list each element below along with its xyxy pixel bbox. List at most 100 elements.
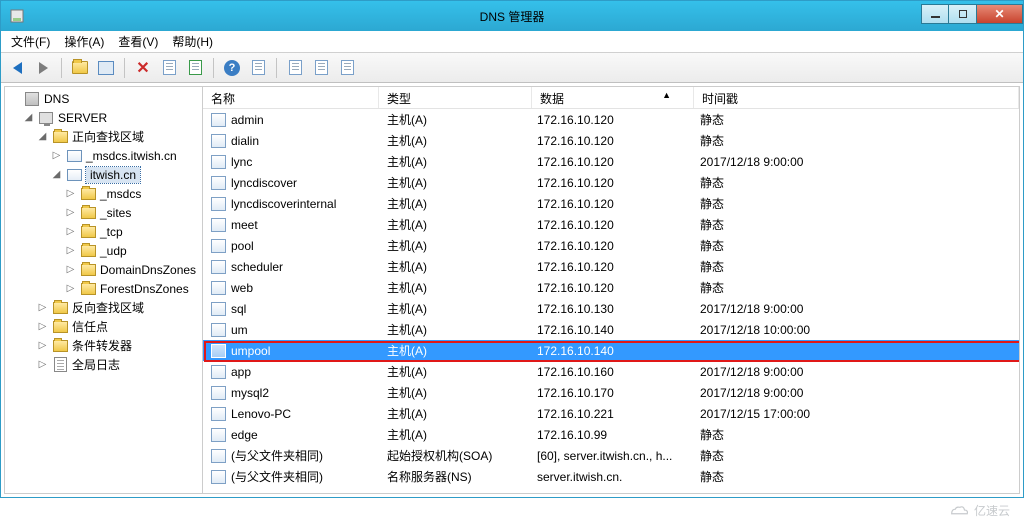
tree-server[interactable]: ◢SERVER (7, 108, 200, 127)
tree-trust[interactable]: ▷信任点 (7, 317, 200, 336)
record-icon (211, 176, 226, 190)
table-row[interactable]: Lenovo-PC主机(A)172.16.10.2212017/12/15 17… (203, 403, 1019, 424)
table-row[interactable]: meet主机(A)172.16.10.120静态 (203, 214, 1019, 235)
menu-action[interactable]: 操作(A) (58, 31, 110, 52)
record-icon (211, 323, 226, 337)
table-row[interactable]: (与父文件夹相同)起始授权机构(SOA)[60], server.itwish.… (203, 445, 1019, 466)
cell-type: 主机(A) (379, 237, 529, 254)
maximize-button[interactable] (949, 4, 977, 24)
table-row[interactable]: mysql2主机(A)172.16.10.1702017/12/18 9:00:… (203, 382, 1019, 403)
table-row[interactable]: edge主机(A)172.16.10.99静态 (203, 424, 1019, 445)
cell-data: 172.16.10.120 (529, 260, 692, 274)
table-row[interactable]: sql主机(A)172.16.10.1302017/12/18 9:00:00 (203, 298, 1019, 319)
cell-type: 主机(A) (379, 111, 529, 128)
cell-data: 172.16.10.170 (529, 386, 692, 400)
titlebar[interactable]: DNS 管理器 ✕ (1, 1, 1023, 31)
minimize-button[interactable] (921, 4, 949, 24)
tree-sub-msdcs[interactable]: ▷_msdcs (7, 184, 200, 203)
cell-type: 名称服务器(NS) (379, 468, 529, 485)
refresh-button[interactable] (185, 58, 205, 78)
cell-name: lyncdiscoverinternal (203, 197, 379, 211)
extra-button-1[interactable] (248, 58, 268, 78)
cell-type: 主机(A) (379, 258, 529, 275)
client-area: DNS ◢SERVER ◢正向查找区域 ▷_msdcs.itwish.cn ◢i… (4, 86, 1020, 494)
folder-icon (81, 188, 96, 200)
tree-dns-root[interactable]: DNS (7, 89, 200, 108)
log-icon (54, 357, 67, 372)
cell-type: 主机(A) (379, 153, 529, 170)
cell-name: app (203, 365, 379, 379)
cell-name: edge (203, 428, 379, 442)
tree-sub-sites[interactable]: ▷_sites (7, 203, 200, 222)
cell-time: 静态 (692, 258, 1019, 275)
refresh-icon (189, 60, 202, 75)
table-row[interactable]: web主机(A)172.16.10.120静态 (203, 277, 1019, 298)
table-row[interactable]: (与父文件夹相同)名称服务器(NS)server.itwish.cn.静态 (203, 466, 1019, 487)
tree-sub-tcp[interactable]: ▷_tcp (7, 222, 200, 241)
table-row[interactable]: lyncdiscoverinternal主机(A)172.16.10.120静态 (203, 193, 1019, 214)
tree-cond-fwd[interactable]: ▷条件转发器 (7, 336, 200, 355)
tree-forward-zone[interactable]: ◢正向查找区域 (7, 127, 200, 146)
record-icon (211, 239, 226, 253)
help-button[interactable]: ? (222, 58, 242, 78)
cell-time: 2017/12/18 9:00:00 (692, 155, 1019, 169)
extra-button-3[interactable] (311, 58, 331, 78)
tree-sub-ddz[interactable]: ▷DomainDnsZones (7, 260, 200, 279)
forward-button[interactable] (33, 58, 53, 78)
tree-label: 条件转发器 (72, 337, 132, 354)
close-button[interactable]: ✕ (977, 4, 1023, 24)
tree-label: _tcp (100, 225, 123, 239)
tree-label: _sites (100, 206, 131, 220)
cell-type: 主机(A) (379, 426, 529, 443)
menu-view[interactable]: 查看(V) (112, 31, 164, 52)
table-row[interactable]: pool主机(A)172.16.10.120静态 (203, 235, 1019, 256)
menu-help[interactable]: 帮助(H) (166, 31, 219, 52)
table-row[interactable]: um主机(A)172.16.10.1402017/12/18 10:00:00 (203, 319, 1019, 340)
cell-data: 172.16.10.140 (529, 344, 692, 358)
extra-button-2[interactable] (285, 58, 305, 78)
table-row[interactable]: lync主机(A)172.16.10.1202017/12/18 9:00:00 (203, 151, 1019, 172)
cell-type: 主机(A) (379, 300, 529, 317)
extra-button-4[interactable] (337, 58, 357, 78)
col-type[interactable]: 类型 (379, 87, 532, 108)
col-name[interactable]: 名称 (203, 87, 379, 108)
col-time[interactable]: 时间戳 (694, 87, 1019, 108)
tree-msdcs-zone[interactable]: ▷_msdcs.itwish.cn (7, 146, 200, 165)
cell-name: admin (203, 113, 379, 127)
table-row[interactable]: admin主机(A)172.16.10.120静态 (203, 109, 1019, 130)
cell-time: 静态 (692, 468, 1019, 485)
cell-name: lyncdiscover (203, 176, 379, 190)
record-icon (211, 134, 226, 148)
properties-button[interactable] (159, 58, 179, 78)
back-button[interactable] (7, 58, 27, 78)
cell-data: 172.16.10.120 (529, 134, 692, 148)
tree-sub-udp[interactable]: ▷_udp (7, 241, 200, 260)
cell-data: 172.16.10.120 (529, 197, 692, 211)
record-icon (211, 302, 226, 316)
record-icon (211, 113, 226, 127)
cell-time: 2017/12/18 9:00:00 (692, 386, 1019, 400)
tree-sub-fdz[interactable]: ▷ForestDnsZones (7, 279, 200, 298)
cell-data: 172.16.10.221 (529, 407, 692, 421)
table-row[interactable]: umpool主机(A)172.16.10.140 (203, 340, 1019, 361)
table-row[interactable]: lyncdiscover主机(A)172.16.10.120静态 (203, 172, 1019, 193)
tree-reverse-zone[interactable]: ▷反向查找区域 (7, 298, 200, 317)
cell-time: 静态 (692, 174, 1019, 191)
up-folder-button[interactable] (70, 58, 90, 78)
record-icon (211, 386, 226, 400)
record-icon (211, 260, 226, 274)
records-list[interactable]: admin主机(A)172.16.10.120静态dialin主机(A)172.… (203, 109, 1019, 493)
tree-pane[interactable]: DNS ◢SERVER ◢正向查找区域 ▷_msdcs.itwish.cn ◢i… (5, 87, 203, 493)
delete-button[interactable]: ✕ (133, 58, 153, 78)
table-row[interactable]: scheduler主机(A)172.16.10.120静态 (203, 256, 1019, 277)
folder-icon (81, 283, 96, 295)
menu-file[interactable]: 文件(F) (5, 31, 56, 52)
show-tree-button[interactable] (96, 58, 116, 78)
table-row[interactable]: app主机(A)172.16.10.1602017/12/18 9:00:00 (203, 361, 1019, 382)
tree-global-log[interactable]: ▷全局日志 (7, 355, 200, 374)
cell-time: 2017/12/18 9:00:00 (692, 302, 1019, 316)
table-row[interactable]: dialin主机(A)172.16.10.120静态 (203, 130, 1019, 151)
doc-icon-3 (315, 60, 328, 75)
tree-itwish-zone[interactable]: ◢itwish.cn (7, 165, 200, 184)
col-data[interactable]: 数据▲ (532, 87, 694, 108)
